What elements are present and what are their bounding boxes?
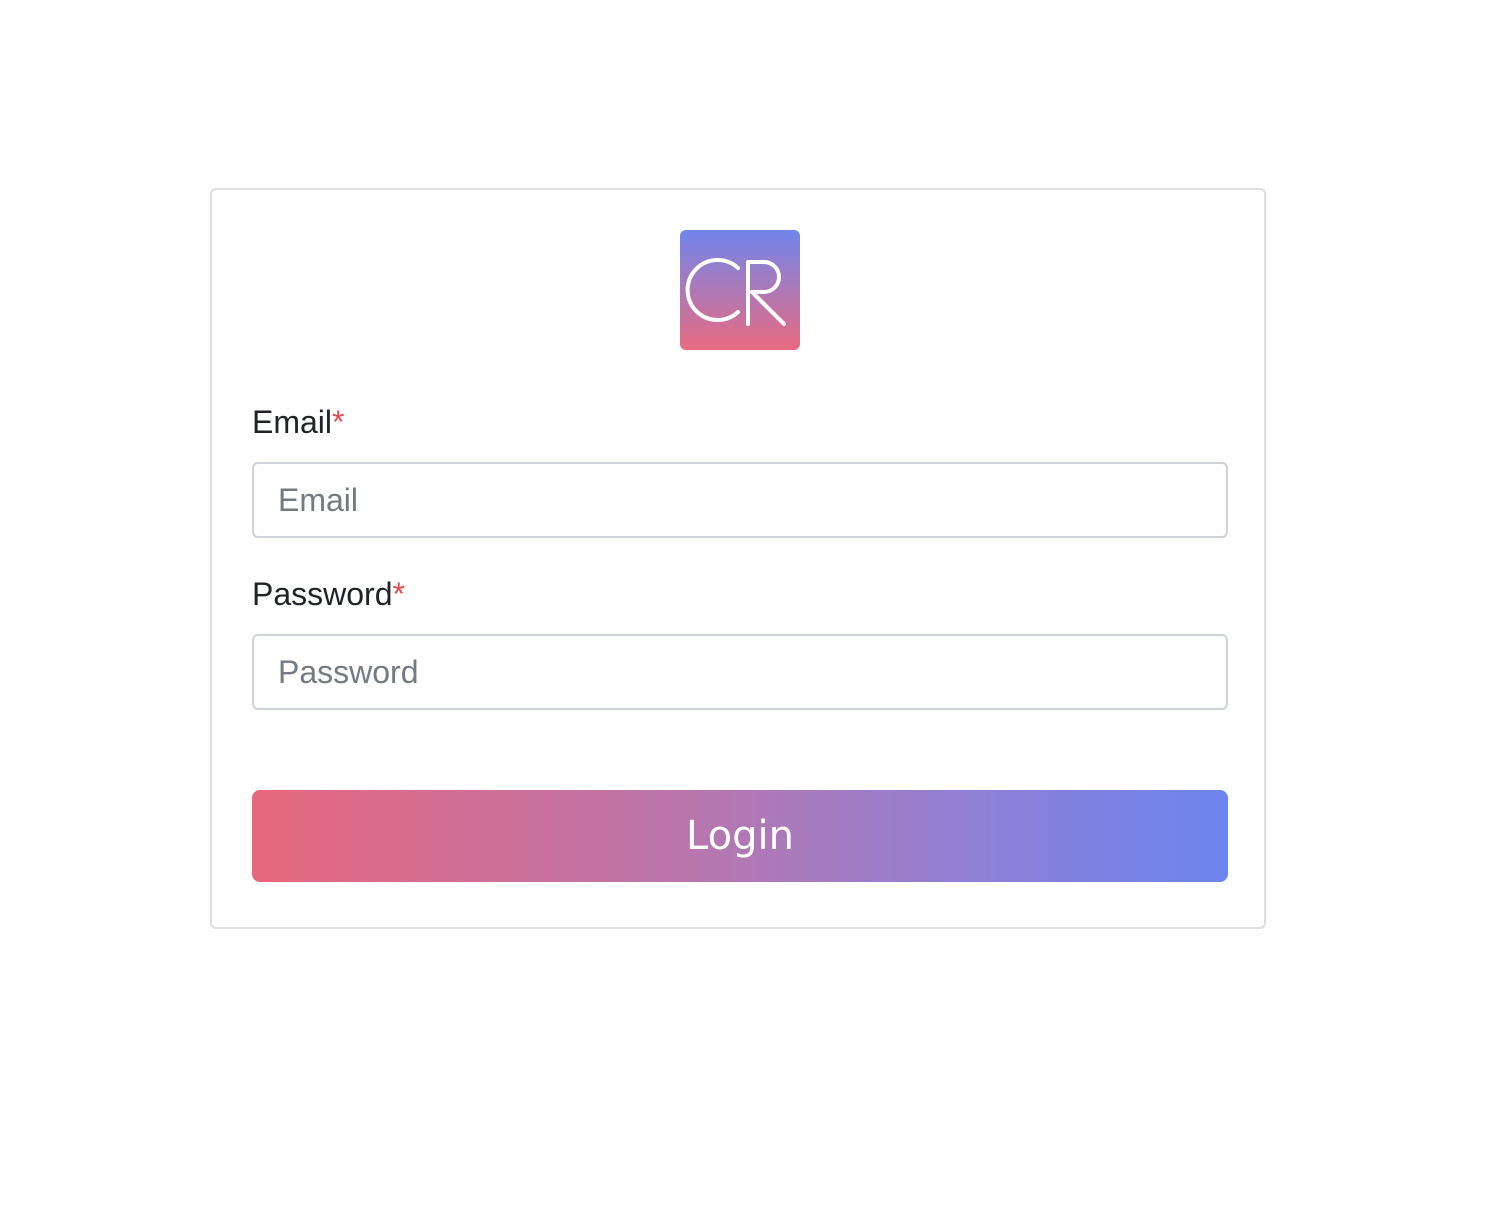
password-label: Password*: [252, 574, 405, 614]
login-button[interactable]: Login: [252, 790, 1228, 882]
password-required-mark: *: [392, 576, 405, 612]
email-label-text: Email: [252, 404, 333, 440]
brand-logo: [680, 230, 800, 350]
login-card: Email* Password* Login: [210, 188, 1266, 929]
email-field[interactable]: [252, 462, 1228, 538]
cr-monogram-icon: [685, 258, 786, 326]
password-field[interactable]: [252, 634, 1228, 710]
email-label: Email*: [252, 402, 344, 442]
password-label-text: Password: [252, 576, 393, 612]
email-required-mark: *: [332, 404, 345, 440]
